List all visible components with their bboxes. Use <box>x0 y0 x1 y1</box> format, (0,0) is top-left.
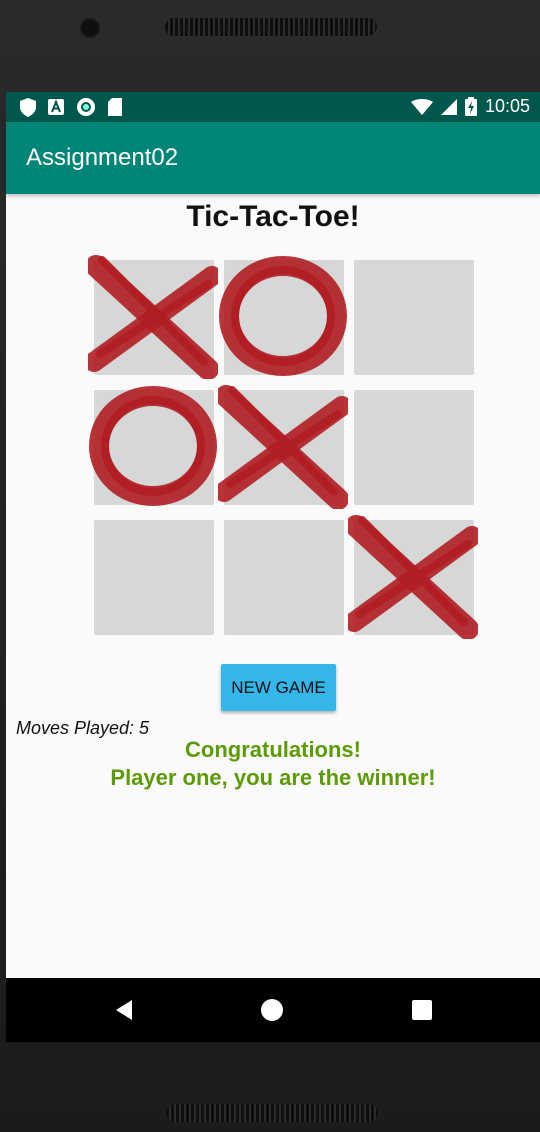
navigation-bar <box>6 978 540 1042</box>
board-cell-6[interactable] <box>354 390 474 505</box>
app-title: Assignment02 <box>26 144 179 171</box>
app-bar: Assignment02 <box>6 122 540 194</box>
board-cell-7[interactable] <box>94 520 214 635</box>
board-cell-8[interactable] <box>224 520 344 635</box>
board-cell-2[interactable] <box>224 260 344 375</box>
game-board <box>88 255 478 640</box>
front-camera <box>80 18 100 38</box>
battery-icon <box>464 97 477 116</box>
board-cell-9[interactable] <box>354 520 474 635</box>
device-screen: 10:05 Assignment02 Tic-Tac-Toe! NEW GAME… <box>6 92 540 1042</box>
recents-icon[interactable] <box>405 994 439 1026</box>
signal-icon <box>440 98 457 115</box>
home-icon[interactable] <box>255 994 289 1026</box>
a-icon <box>48 99 64 115</box>
winner-message: Congratulations! Player one, you are the… <box>6 736 540 792</box>
status-bar: 10:05 <box>6 92 540 122</box>
back-icon[interactable] <box>108 994 142 1026</box>
board-cell-3[interactable] <box>354 260 474 375</box>
wifi-icon <box>410 98 433 115</box>
result-line-2: Player one, you are the winner! <box>110 765 436 790</box>
circle-icon <box>77 98 95 116</box>
sd-card-icon <box>108 98 122 116</box>
main-content: Tic-Tac-Toe! NEW GAME Moves Played: 5 Co… <box>6 194 540 978</box>
new-game-button[interactable]: NEW GAME <box>221 664 336 711</box>
game-title: Tic-Tac-Toe! <box>186 200 360 233</box>
earpiece-speaker <box>165 18 377 36</box>
shield-icon <box>20 97 36 117</box>
phone-frame: 10:05 Assignment02 Tic-Tac-Toe! NEW GAME… <box>0 0 540 1132</box>
board-cell-4[interactable] <box>94 390 214 505</box>
bottom-speaker <box>166 1104 378 1122</box>
board-cell-1[interactable] <box>94 260 214 375</box>
status-time: 10:05 <box>484 96 530 116</box>
board-cell-5[interactable] <box>224 390 344 505</box>
result-line-1: Congratulations! <box>185 737 361 762</box>
